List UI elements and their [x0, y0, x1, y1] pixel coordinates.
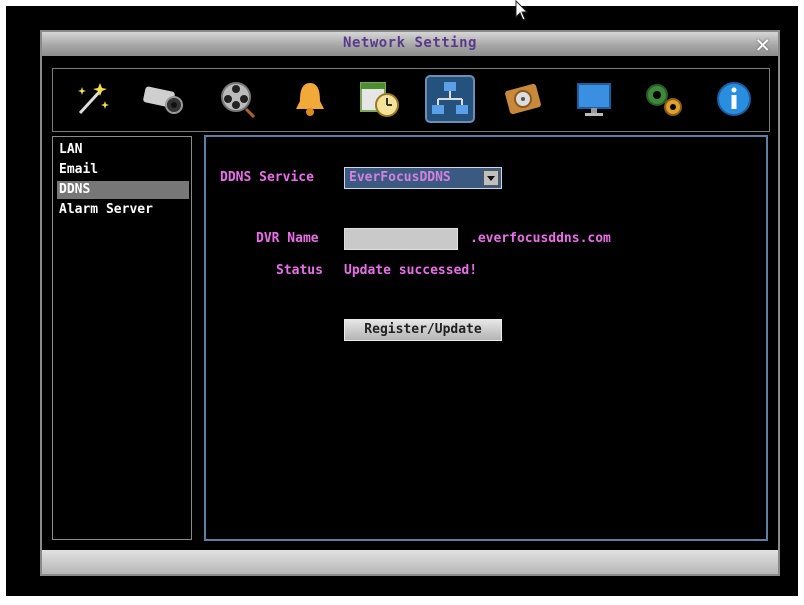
register-update-button[interactable]: Register/Update: [344, 319, 502, 341]
sidebar-item-email[interactable]: Email: [57, 161, 189, 179]
ddns-service-select[interactable]: EverFocusDDNS: [344, 167, 502, 189]
settings-toolbar: [52, 68, 770, 132]
dvr-name-input[interactable]: [344, 228, 458, 250]
camera-tool-button[interactable]: [137, 75, 187, 123]
dvr-name-label: DVR Name: [256, 231, 319, 246]
ddns-service-value: EverFocusDDNS: [349, 170, 451, 185]
domain-suffix: .everfocusddns.com: [470, 231, 611, 246]
wizard-tool-button[interactable]: [67, 75, 117, 123]
gears-icon: [646, 84, 682, 116]
playback-tool-button[interactable]: [213, 75, 263, 123]
schedule-clock-icon: [360, 82, 399, 117]
chevron-down-icon[interactable]: [483, 170, 499, 186]
network-setting-window: Network Setting ✕ LAN Email DDNS Alarm S…: [40, 30, 780, 576]
title-bar: Network Setting ✕: [42, 32, 778, 56]
close-icon[interactable]: ✕: [756, 32, 770, 56]
hard-disk-icon: [505, 83, 541, 115]
info-icon: [717, 82, 751, 116]
alarm-tool-button[interactable]: [285, 75, 335, 123]
network-icon: [432, 82, 468, 114]
ddns-panel: DDNS Service EverFocusDDNS DVR Name .eve…: [204, 135, 768, 541]
schedule-tool-button[interactable]: [355, 75, 405, 123]
disk-tool-button[interactable]: [499, 75, 549, 123]
film-reel-icon: [221, 82, 256, 119]
window-title: Network Setting: [343, 35, 477, 51]
network-sidebar: LAN Email DDNS Alarm Server: [52, 136, 192, 540]
display-tool-button[interactable]: [569, 75, 619, 123]
status-label: Status: [276, 263, 323, 278]
sidebar-item-lan[interactable]: LAN: [57, 141, 189, 159]
status-value: Update successed!: [344, 263, 478, 278]
sidebar-item-alarm-server[interactable]: Alarm Server: [57, 201, 189, 219]
sidebar-item-ddns[interactable]: DDNS: [57, 181, 189, 199]
camera-icon: [143, 86, 183, 114]
info-tool-button[interactable]: [709, 75, 759, 123]
monitor-icon: [577, 83, 611, 116]
mouse-cursor-icon: [515, 0, 529, 21]
status-bar: [42, 550, 778, 574]
alarm-bell-icon: [296, 83, 324, 116]
ddns-service-label: DDNS Service: [220, 170, 314, 185]
network-tool-button[interactable]: [425, 75, 475, 123]
magic-wand-icon: [78, 83, 109, 115]
system-tool-button[interactable]: [639, 75, 689, 123]
